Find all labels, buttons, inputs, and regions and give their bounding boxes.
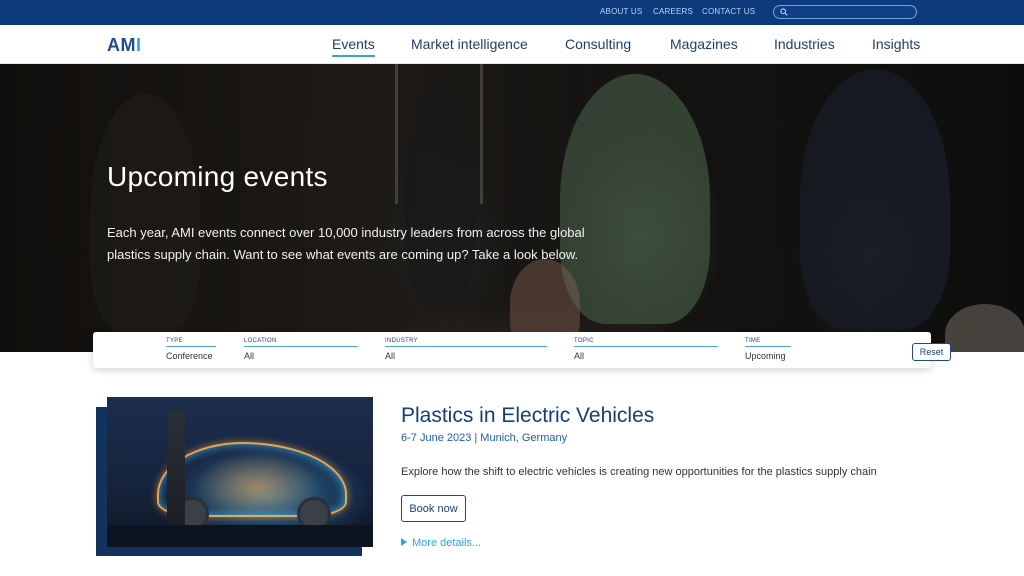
nav-magazines[interactable]: Magazines xyxy=(670,36,738,52)
event-filter-bar: TYPE Conference LOCATION All INDUSTRY Al… xyxy=(93,332,951,368)
more-details-link[interactable]: More details... xyxy=(401,537,481,549)
nav-consulting[interactable]: Consulting xyxy=(565,36,631,52)
careers-link[interactable]: CAREERS xyxy=(653,7,693,16)
about-us-link[interactable]: ABOUT US xyxy=(600,7,642,16)
filter-industry-value: All xyxy=(385,351,396,361)
filter-location-value: All xyxy=(244,351,255,361)
search-icon xyxy=(780,8,788,16)
book-now-button[interactable]: Book now xyxy=(401,495,466,522)
main-nav: AMI Events Market intelligence Consultin… xyxy=(0,25,1024,64)
contact-us-link[interactable]: CONTACT US xyxy=(702,7,755,16)
filter-topic-value: All xyxy=(574,351,585,361)
filter-type-label: TYPE xyxy=(166,338,216,347)
filter-time[interactable]: TIME Upcoming xyxy=(745,338,791,361)
search-input[interactable] xyxy=(792,7,910,17)
filter-type-value: Conference xyxy=(166,351,213,361)
event-title[interactable]: Plastics in Electric Vehicles xyxy=(401,404,654,428)
photo-floor xyxy=(107,525,373,547)
nav-market-intelligence[interactable]: Market intelligence xyxy=(411,36,528,52)
nav-events[interactable]: Events xyxy=(332,36,375,57)
search-box[interactable] xyxy=(773,5,917,19)
nav-insights[interactable]: Insights xyxy=(872,36,920,52)
event-description: Explore how the shift to electric vehicl… xyxy=(401,466,877,478)
top-utility-bar: ABOUT US CAREERS CONTACT US xyxy=(0,0,1024,25)
photo-person xyxy=(167,409,185,527)
more-details-label: More details... xyxy=(412,537,482,549)
nav-industries[interactable]: Industries xyxy=(774,36,835,52)
event-date-location: 6-7 June 2023 | Munich, Germany xyxy=(401,432,568,444)
filter-time-label: TIME xyxy=(745,338,791,347)
event-photo-ev-hologram xyxy=(107,397,373,547)
filter-type[interactable]: TYPE Conference xyxy=(166,338,216,361)
filter-industry[interactable]: INDUSTRY All xyxy=(385,338,547,361)
filter-topic-label: TOPIC xyxy=(574,338,718,347)
hero-overlay xyxy=(0,64,1024,352)
play-triangle-icon xyxy=(401,538,407,546)
hero-title: Upcoming events xyxy=(107,161,328,192)
logo-text: AM xyxy=(107,35,136,55)
filter-location-label: LOCATION xyxy=(244,338,358,347)
reset-button[interactable]: Reset xyxy=(912,343,951,361)
filter-industry-label: INDUSTRY xyxy=(385,338,547,347)
logo-text-accent: I xyxy=(136,35,142,55)
hero-description: Each year, AMI events connect over 10,00… xyxy=(107,225,585,262)
filter-topic[interactable]: TOPIC All xyxy=(574,338,718,361)
hero-banner: Upcoming events Each year, AMI events co… xyxy=(0,64,1024,352)
ami-logo[interactable]: AMI xyxy=(107,35,142,56)
filter-location[interactable]: LOCATION All xyxy=(244,338,358,361)
filter-time-value: Upcoming xyxy=(745,351,786,361)
event-image[interactable] xyxy=(96,397,373,557)
